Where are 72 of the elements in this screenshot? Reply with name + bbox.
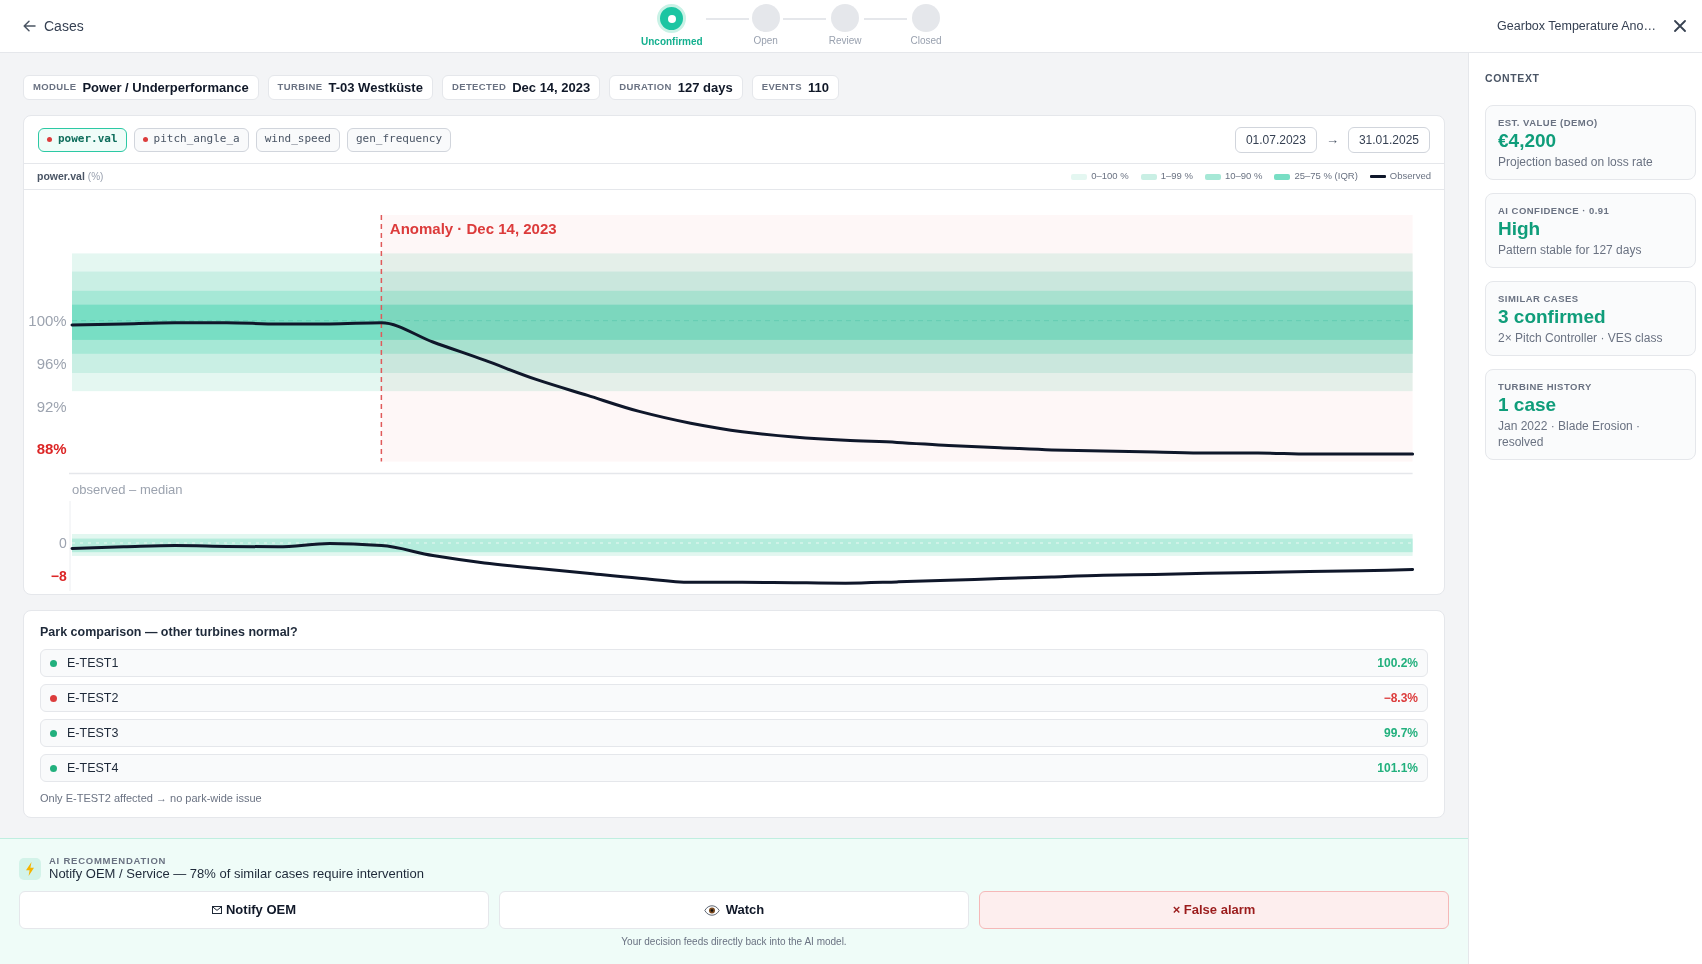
chip-value: Dec 14, 2023 (512, 78, 591, 97)
legend-label: 0–100 % (1091, 169, 1129, 184)
chip-label: DURATION (619, 80, 672, 95)
eye-icon (703, 904, 720, 916)
chip-label: TURBINE (277, 80, 323, 95)
case-title: Gearbox Temperature Ano… (1497, 17, 1656, 35)
envelope-icon (211, 906, 222, 914)
turbine-name: E-TEST2 (67, 689, 119, 707)
step-label: Review (828, 35, 862, 47)
card-value: 1 case (1498, 394, 1558, 416)
y-axis-label: 100% (28, 312, 67, 330)
y-axis-label: 92% (36, 397, 67, 415)
card-label: SIMILAR CASES (1498, 293, 1580, 305)
chart-title: observed – median (72, 481, 183, 497)
chip-value: 110 (807, 78, 829, 97)
legend-label: 25–75 % (IQR) (1294, 169, 1358, 184)
date-field[interactable]: 31.01.2025 (1347, 126, 1430, 153)
chip-value: T-03 Westküste (328, 78, 423, 97)
chip-label: MODULE (33, 80, 77, 95)
step-label: Unconfirmed (641, 36, 703, 48)
card-value: High (1498, 218, 1542, 240)
card-detail: 2× Pitch Controller · VES class (1498, 330, 1664, 346)
signal-tag[interactable]: pitch_angle_a (133, 127, 249, 152)
unit-label: (%) (87, 170, 104, 184)
chip-label: EVENTS (761, 80, 802, 95)
false-alarm-button[interactable]: × False alarm (979, 891, 1449, 929)
back-arrow-icon (23, 20, 36, 32)
turbine-value: 101.1% (1377, 760, 1418, 777)
close-icon[interactable] (1674, 20, 1686, 32)
chip-value: 127 days (677, 78, 733, 97)
turbine-value: 100.2% (1377, 655, 1418, 672)
chip-label: DETECTED (451, 80, 507, 95)
comparison-note: Only E-TEST2 affected → no park-wide issue (40, 791, 263, 806)
signal-tag[interactable]: wind_speed (255, 127, 340, 152)
y-axis-label: 0 (58, 535, 67, 552)
card-label: AI CONFIDENCE · 0.91 (1498, 205, 1611, 217)
signal-tag[interactable]: power.val (38, 127, 127, 152)
turbine-name: E-TEST4 (67, 759, 119, 777)
turbine-value: −8.3% (1383, 690, 1418, 707)
card-detail: Pattern stable for 127 days (1498, 242, 1643, 258)
recommendation-text: Notify OEM / Service — 78% of similar cases require intervention (49, 866, 424, 882)
turbine-name: E-TEST3 (67, 724, 119, 742)
chip-value: Power / Underperformance (82, 78, 249, 97)
watch-button[interactable]: Watch (499, 891, 969, 929)
y-axis-label: −8 (50, 568, 67, 585)
card-label: TURBINE HISTORY (1498, 381, 1593, 393)
back-link[interactable]: Cases (23, 15, 84, 37)
card-detail: Projection based on loss rate (1498, 154, 1654, 170)
card-detail: Jan 2022 · Blade Erosion · resolved (1498, 418, 1642, 450)
turbine-value: 99.7% (1383, 725, 1418, 742)
legend-label: 10–90 % (1224, 169, 1263, 184)
recommendation-label: AI RECOMMENDATION (49, 855, 168, 866)
notify-button[interactable]: Notify OEM (19, 891, 489, 929)
sidebar-title: CONTEXT (1485, 72, 1541, 84)
y-axis-label: 88% (36, 440, 67, 458)
section-title: Park comparison — other turbines normal? (40, 624, 299, 640)
date-field[interactable]: 01.07.2023 (1234, 126, 1317, 153)
step-label: Open (753, 35, 778, 47)
card-value: 3 confirmed (1498, 306, 1607, 328)
lightning-icon (19, 857, 41, 880)
range-arrow: → (1325, 130, 1339, 149)
legend-label: 1–99 % (1160, 169, 1193, 184)
step-label: Closed (910, 35, 942, 47)
metric-heading: power.val (37, 168, 85, 184)
signal-tag[interactable]: gen_frequency (346, 127, 452, 152)
feedback-caption: Your decision feeds directly back into the AI model. (620, 935, 848, 948)
card-value: €4,200 (1498, 130, 1558, 152)
y-axis-label: 96% (36, 354, 67, 372)
turbine-name: E-TEST1 (67, 654, 119, 672)
card-label: EST. VALUE (DEMO) (1498, 117, 1599, 129)
anomaly-label: Anomaly · Dec 14, 2023 (389, 219, 557, 237)
legend-label: Observed (1389, 169, 1431, 184)
